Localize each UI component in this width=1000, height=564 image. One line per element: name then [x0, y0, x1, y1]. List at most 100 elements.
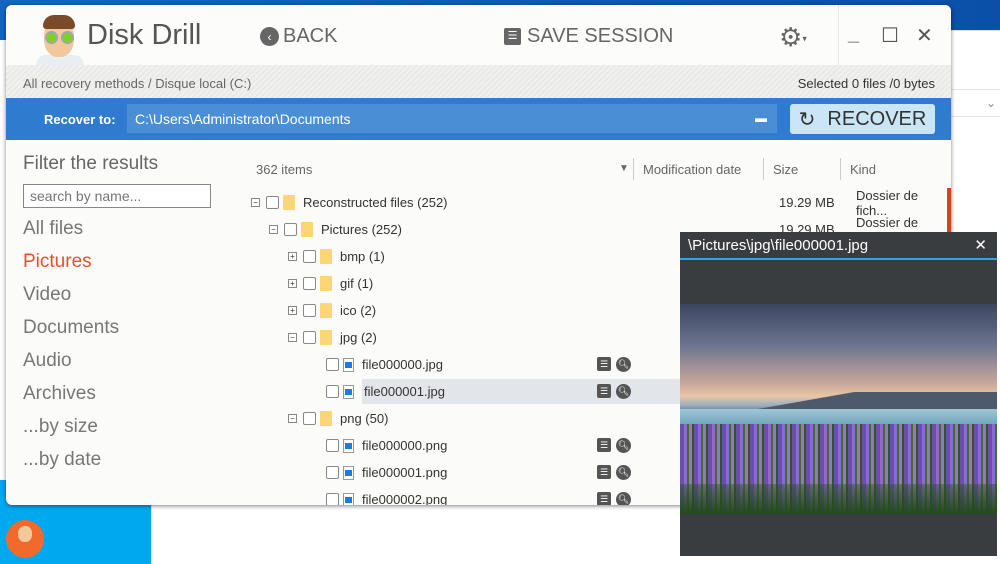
preview-search-icon[interactable]: 🔍︎ — [616, 438, 631, 453]
column-headers: 362 items ▼ Modification date Size Kind — [246, 153, 946, 183]
details-icon[interactable]: ☰ — [597, 438, 611, 452]
preview-search-icon[interactable]: 🔍︎ — [616, 492, 631, 505]
checkbox[interactable] — [303, 331, 316, 344]
preview-search-icon[interactable]: 🔍︎ — [616, 357, 631, 372]
collapse-icon[interactable]: − — [288, 333, 297, 342]
search-input[interactable] — [23, 184, 211, 208]
checkbox[interactable] — [303, 277, 316, 290]
sort-dropdown-icon[interactable]: ▼ — [619, 163, 629, 174]
row-name: file000001.png — [362, 465, 448, 480]
collapse-icon[interactable]: − — [269, 225, 278, 234]
folder-open-icon[interactable]: ▬ — [755, 111, 767, 125]
image-file-icon — [343, 492, 354, 505]
details-icon[interactable]: ☰ — [597, 492, 611, 505]
details-icon[interactable]: ☰ — [597, 384, 611, 398]
filter-sidebar: Filter the results All files Pictures Vi… — [23, 153, 211, 476]
filter-archives[interactable]: Archives — [23, 377, 211, 410]
filter-all-files[interactable]: All files — [23, 212, 211, 245]
expand-icon[interactable]: + — [288, 279, 297, 288]
close-preview-icon[interactable]: ✕ — [974, 236, 987, 254]
header: Disk Drill ‹ BACK ☰ SAVE SESSION ⚙▾ _ ☐ ✕ — [6, 5, 951, 67]
row-name: ico (2) — [340, 303, 377, 318]
expand-icon[interactable]: + — [288, 252, 297, 261]
checkbox[interactable] — [284, 223, 297, 236]
item-count: 362 items — [256, 162, 313, 177]
preview-title-bar: \Pictures\jpg\file000001.jpg ✕ — [680, 232, 997, 260]
row-name: file000000.png — [362, 438, 448, 453]
image-file-icon — [343, 465, 354, 480]
chevron-left-icon: ‹ — [260, 27, 279, 46]
recover-label: RECOVER — [827, 107, 927, 130]
recover-button[interactable]: ↻ RECOVER — [790, 104, 935, 134]
checkbox[interactable] — [303, 304, 316, 317]
row-name: file000000.jpg — [362, 357, 443, 372]
checkbox[interactable] — [326, 439, 339, 452]
collapse-icon[interactable]: − — [251, 198, 260, 207]
row-name: Pictures (252) — [321, 222, 402, 237]
filter-heading: Filter the results — [23, 153, 159, 174]
preview-search-icon[interactable]: 🔍︎ — [616, 384, 631, 399]
checkbox[interactable] — [326, 493, 339, 505]
divider — [838, 5, 839, 65]
recover-path-input[interactable]: C:\Users\Administrator\Documents ▬ — [127, 104, 777, 133]
breadcrumb-bar: All recovery methods / Disque local (C:)… — [6, 65, 951, 98]
checkbox[interactable] — [303, 412, 316, 425]
folder-icon — [320, 249, 332, 264]
chevron-down-icon[interactable]: ⌄ — [950, 89, 1000, 117]
row-size: 19.29 MB — [779, 195, 835, 210]
image-file-icon — [343, 384, 354, 399]
list-icon: ☰ — [504, 28, 521, 45]
filter-documents[interactable]: Documents — [23, 311, 211, 344]
app-logo-icon — [36, 13, 84, 67]
details-icon[interactable]: ☰ — [597, 357, 611, 371]
recover-icon: ↻ — [798, 108, 816, 131]
filter-video[interactable]: Video — [23, 278, 211, 311]
minimize-button[interactable]: _ — [848, 23, 859, 46]
folder-icon — [301, 222, 313, 237]
checkbox[interactable] — [303, 250, 316, 263]
back-label: BACK — [283, 25, 338, 47]
image-file-icon — [343, 357, 354, 372]
maximize-button[interactable]: ☐ — [881, 23, 899, 48]
breadcrumb[interactable]: All recovery methods / Disque local (C:) — [23, 76, 251, 91]
recover-to-label: Recover to: — [44, 112, 116, 127]
tree-row[interactable]: − Reconstructed files (252) 19.29 MB Dossie… — [246, 187, 946, 218]
details-icon[interactable]: ☰ — [597, 465, 611, 479]
background-window — [151, 505, 680, 564]
folder-icon — [283, 195, 295, 210]
back-button[interactable]: ‹ BACK — [260, 25, 337, 48]
settings-gear-icon[interactable]: ⚙▾ — [779, 22, 807, 53]
filter-by-size[interactable]: ...by size — [23, 410, 211, 443]
filter-audio[interactable]: Audio — [23, 344, 211, 377]
checkbox[interactable] — [266, 196, 279, 209]
row-kind: Dossier de fich... — [856, 187, 919, 218]
column-size[interactable]: Size — [773, 162, 798, 177]
filter-pictures[interactable]: Pictures — [23, 245, 211, 278]
image-file-icon — [343, 438, 354, 453]
expand-icon[interactable]: + — [288, 306, 297, 315]
filter-by-date[interactable]: ...by date — [23, 443, 211, 476]
checkbox[interactable] — [326, 358, 339, 371]
column-kind[interactable]: Kind — [850, 162, 876, 177]
row-name: file000001.jpg — [362, 379, 689, 404]
folder-icon — [320, 276, 332, 291]
row-name: gif (1) — [340, 276, 374, 291]
recover-path-value: C:\Users\Administrator\Documents — [135, 111, 351, 127]
file-list: 362 items ▼ Modification date Size Kind … — [246, 153, 946, 505]
collapse-icon[interactable]: − — [288, 414, 297, 423]
row-name: jpg (2) — [340, 330, 377, 345]
column-modification-date[interactable]: Modification date — [643, 162, 741, 177]
checkbox[interactable] — [326, 466, 339, 479]
disk-drill-desktop-shortcut-icon[interactable] — [6, 520, 44, 558]
save-session-button[interactable]: ☰ SAVE SESSION — [504, 25, 673, 48]
checkbox[interactable] — [326, 385, 339, 398]
recover-bar: Recover to: C:\Users\Administrator\Docum… — [6, 98, 951, 140]
close-button[interactable]: ✕ — [916, 23, 933, 48]
app-title: Disk Drill — [87, 19, 202, 51]
folder-icon — [320, 411, 332, 426]
preview-image — [680, 304, 997, 514]
preview-search-icon[interactable]: 🔍︎ — [616, 465, 631, 480]
preview-panel: \Pictures\jpg\file000001.jpg ✕ — [680, 232, 997, 556]
scroll-indicator[interactable] — [947, 188, 951, 238]
preview-title: \Pictures\jpg\file000001.jpg — [688, 237, 869, 254]
